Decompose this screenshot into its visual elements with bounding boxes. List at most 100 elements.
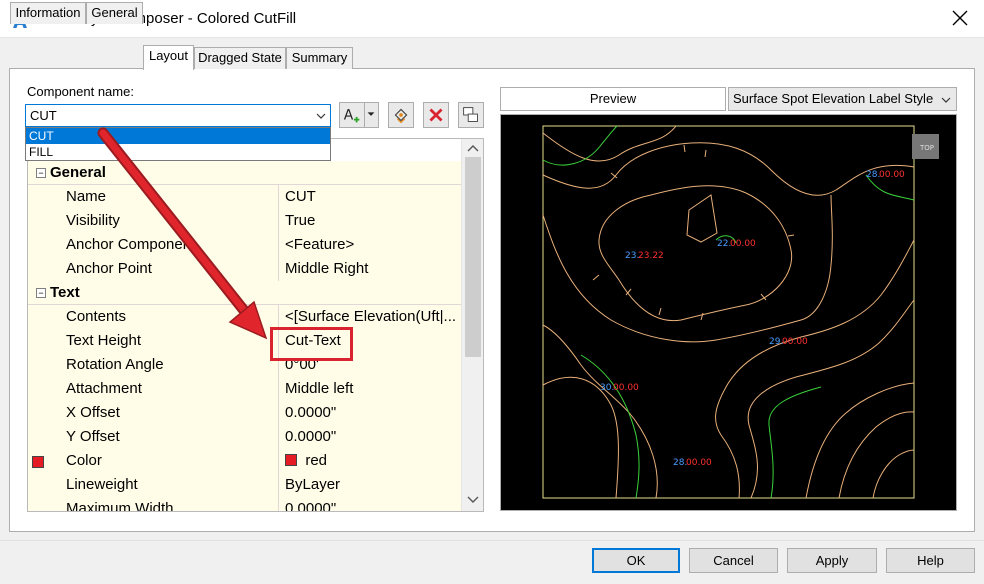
component-draw-order-button[interactable]: [388, 102, 414, 128]
component-name-label: Component name:: [27, 84, 134, 99]
property-value[interactable]: CUT: [279, 185, 462, 209]
properties-grid: − General Name CUT Visibility True Anchor …: [27, 138, 484, 512]
property-row-color[interactable]: Color red: [28, 449, 462, 473]
add-text-component-icon: A: [344, 108, 360, 124]
apply-button[interactable]: Apply: [787, 548, 877, 573]
preview-canvas[interactable]: 28. 00.00 23. 23.22 22. 00.00 29. 00.00 …: [500, 114, 957, 511]
property-value[interactable]: 0.0000": [279, 497, 462, 511]
minor-contours: [542, 125, 915, 499]
property-row-x-offset[interactable]: X Offset 0.0000": [28, 401, 462, 425]
tab-label: Dragged State: [198, 50, 282, 65]
tab-information[interactable]: Information: [10, 2, 86, 24]
property-row-attachment[interactable]: Attachment Middle left: [28, 377, 462, 401]
elevation-label-fill: 23.22: [638, 251, 664, 261]
dropdown-option-cut[interactable]: CUT: [26, 128, 330, 144]
property-value[interactable]: 0.0000": [279, 401, 462, 425]
color-swatch: [32, 456, 44, 468]
property-row-maximum-width[interactable]: Maximum Width 0.0000": [28, 497, 462, 511]
delete-component-icon: [429, 108, 443, 122]
property-name: Lineweight: [46, 473, 279, 497]
category-label: General: [50, 164, 106, 181]
property-name: Contents: [46, 305, 279, 329]
property-name: Rotation Angle: [46, 353, 279, 377]
property-value[interactable]: <Feature>: [279, 233, 462, 257]
annotation-highlight-box: [270, 327, 353, 361]
tab-label: Layout: [148, 48, 189, 63]
collapse-icon[interactable]: −: [36, 288, 46, 298]
scrollbar-thumb[interactable]: [465, 157, 481, 357]
button-label: Help: [917, 553, 944, 568]
chevron-down-icon: [316, 113, 326, 119]
property-value[interactable]: Middle Right: [279, 257, 462, 281]
preview-border: [542, 125, 915, 499]
property-value-color[interactable]: red: [279, 449, 462, 473]
add-component-dropdown-button[interactable]: [365, 102, 379, 128]
property-row-anchor-point[interactable]: Anchor Point Middle Right: [28, 257, 462, 281]
component-dropdown-list: CUT FILL: [25, 127, 331, 161]
property-name: Anchor Point: [46, 257, 279, 281]
color-swatch: [285, 454, 297, 466]
property-name: Attachment: [46, 377, 279, 401]
grid-scrollbar[interactable]: [461, 139, 483, 511]
tab-label: General: [91, 5, 138, 20]
property-name: Y Offset: [46, 425, 279, 449]
property-value[interactable]: ByLayer: [279, 473, 462, 497]
help-button[interactable]: Help: [886, 548, 975, 573]
component-name-value: CUT: [30, 108, 57, 123]
button-label: Cancel: [713, 553, 754, 568]
dropdown-arrow-icon: [367, 112, 375, 116]
ok-button[interactable]: OK: [592, 548, 680, 573]
property-name: Maximum Width: [46, 497, 279, 511]
delete-component-button[interactable]: [423, 102, 449, 128]
preview-style-value: Surface Spot Elevation Label Style: [733, 91, 934, 106]
property-row-y-offset[interactable]: Y Offset 0.0000": [28, 425, 462, 449]
scroll-up-icon[interactable]: [467, 143, 479, 153]
property-value[interactable]: True: [279, 209, 462, 233]
category-label: Text: [50, 284, 80, 301]
property-name: Color: [46, 449, 279, 473]
tab-summary[interactable]: Summary: [286, 47, 353, 69]
category-text[interactable]: − Text: [28, 281, 462, 305]
close-icon[interactable]: [950, 8, 970, 28]
tab-general[interactable]: General: [86, 2, 143, 24]
preview-tab[interactable]: Preview: [500, 87, 726, 111]
cancel-button[interactable]: Cancel: [689, 548, 778, 573]
elevation-label-fill: 00.00: [782, 337, 808, 347]
separator: [0, 540, 984, 541]
property-value[interactable]: 0.0000": [279, 425, 462, 449]
add-component-button[interactable]: A: [339, 102, 365, 128]
dropdown-option-fill[interactable]: FILL: [26, 144, 330, 160]
button-label: Apply: [815, 553, 849, 568]
property-row-text-height[interactable]: Text Height Cut-Text: [28, 329, 462, 353]
property-name: X Offset: [46, 401, 279, 425]
tab-layout[interactable]: Layout: [143, 45, 194, 70]
scroll-down-icon[interactable]: [467, 495, 479, 505]
property-name: Name: [46, 185, 279, 209]
collapse-icon[interactable]: −: [36, 168, 46, 178]
property-value[interactable]: <[Surface Elevation(Uft|...: [279, 305, 462, 329]
property-row-lineweight[interactable]: Lineweight ByLayer: [28, 473, 462, 497]
button-label: OK: [626, 553, 646, 568]
preview-style-combo[interactable]: Surface Spot Elevation Label Style: [728, 87, 957, 111]
copy-component-icon: [463, 107, 478, 122]
property-value[interactable]: Middle left: [279, 377, 462, 401]
elevation-label-fill: 00.00: [686, 458, 712, 468]
elevation-label-fill: 00.00: [879, 170, 905, 180]
copy-component-button[interactable]: [458, 102, 484, 128]
property-row-visibility[interactable]: Visibility True: [28, 209, 462, 233]
svg-text:A: A: [344, 108, 354, 124]
view-top-label: TOP: [919, 144, 934, 152]
elevation-label-fill: 00.00: [730, 239, 756, 249]
category-general[interactable]: − General: [28, 161, 462, 185]
tab-dragged-state[interactable]: Dragged State: [194, 47, 286, 69]
tick-marks: [592, 144, 795, 321]
elevation-label-fill: 00.00: [613, 383, 639, 393]
major-contours: [542, 125, 915, 499]
property-row-rotation-angle[interactable]: Rotation Angle 0°00': [28, 353, 462, 377]
property-row-name[interactable]: Name CUT: [28, 185, 462, 209]
property-row-anchor-component[interactable]: Anchor Component <Feature>: [28, 233, 462, 257]
property-row-contents[interactable]: Contents <[Surface Elevation(Uft|...: [28, 305, 462, 329]
chevron-down-icon: [941, 97, 951, 103]
tab-label: Summary: [291, 50, 348, 65]
component-name-combo[interactable]: CUT: [25, 104, 331, 127]
